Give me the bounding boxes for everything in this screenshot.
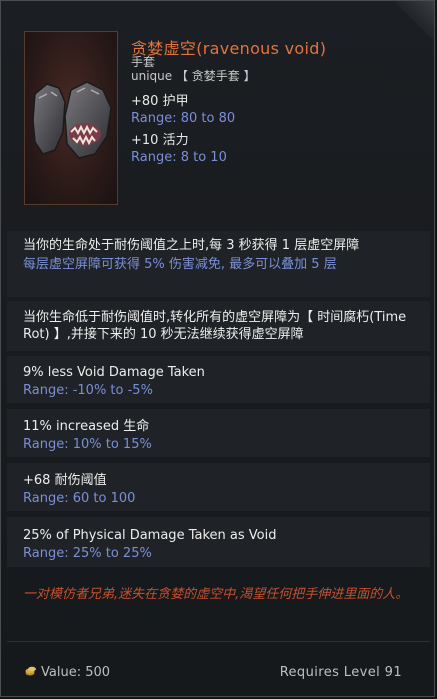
mod-text: 25% of Physical Damage Taken as Void (23, 528, 277, 543)
mod-physical-as-void: 25% of Physical Damage Taken as Void Ran… (7, 517, 430, 567)
stat-armor: +80 护甲 (131, 94, 189, 109)
gloves-item-icon (24, 31, 118, 205)
stat-armor-range: Range: 80 to 80 (131, 111, 236, 126)
coin-icon (25, 666, 36, 676)
mod-void-damage: 9% less Void Damage Taken Range: -10% to… (7, 356, 430, 403)
mod-void-barrier: 当你的生命处于耐伤阈值之上时,每 3 秒获得 1 层虚空屏障 每层虚空屏障可获得… (7, 231, 430, 297)
stat-vitality: +10 活力 (131, 133, 189, 148)
item-header: 贪婪虚空(ravenous void) 手套 unique 【 贪婪手套 】 +… (1, 1, 436, 229)
footer-divider (7, 641, 430, 642)
mod-subtext: 每层虚空屏障可获得 5% 伤害减免, 最多可以叠加 5 层 (23, 257, 337, 272)
mod-endurance-threshold: +68 耐伤阈值 Range: 60 to 100 (7, 463, 430, 511)
item-lore: 一对模仿者兄弟,迷失在贪婪的虚空中,渴望任何把手伸进里面的人。 (23, 587, 409, 602)
mod-text: 9% less Void Damage Taken (23, 365, 205, 380)
item-rarity: unique 【 贪婪手套 】 (131, 69, 256, 83)
item-name: 贪婪虚空(ravenous void) (131, 39, 327, 58)
mod-range: Range: 10% to 15% (23, 437, 152, 452)
item-value-text: Value: 500 (41, 665, 111, 680)
item-tooltip: 贪婪虚空(ravenous void) 手套 unique 【 贪婪手套 】 +… (0, 0, 435, 697)
mod-time-rot: 当你生命低于耐伤阈值时,转化所有的虚空屏障为【 时间腐朽(Time Rot) 】… (7, 301, 430, 351)
mod-life: 11% increased 生命 Range: 10% to 15% (7, 409, 430, 457)
mod-text: 当你的生命处于耐伤阈值之上时,每 3 秒获得 1 层虚空屏障 (23, 238, 360, 253)
mod-range: Range: 25% to 25% (23, 546, 152, 561)
mod-range: Range: -10% to -5% (23, 383, 153, 398)
mod-range: Range: 60 to 100 (23, 491, 136, 506)
required-level: Requires Level 91 (279, 665, 402, 680)
mod-text: 11% increased 生命 (23, 419, 150, 434)
mod-text: +68 耐伤阈值 (23, 473, 107, 488)
mod-text: 当你生命低于耐伤阈值时,转化所有的虚空屏障为【 时间腐朽(Time Rot) 】… (23, 310, 407, 342)
item-value: Value: 500 (25, 665, 110, 680)
stat-vitality-range: Range: 8 to 10 (131, 150, 227, 165)
